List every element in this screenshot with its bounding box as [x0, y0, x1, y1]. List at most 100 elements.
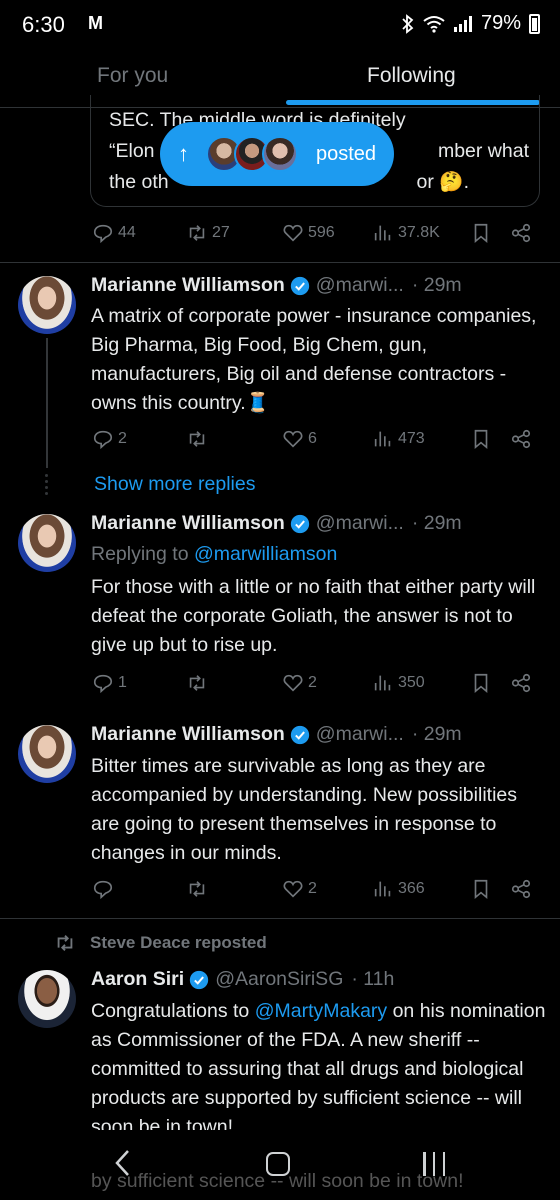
author-handle[interactable]: @marwi... — [316, 723, 404, 746]
bookmark-button[interactable] — [470, 672, 492, 694]
repost-button[interactable]: 27 — [186, 222, 230, 244]
repost-icon — [189, 675, 205, 691]
battery-icon — [529, 13, 540, 34]
like-button[interactable]: 2 — [282, 672, 317, 694]
views-button[interactable]: 366 — [372, 878, 425, 900]
back-icon[interactable] — [112, 1148, 134, 1178]
post-actions: 2 6 473 — [0, 428, 560, 458]
share-button[interactable] — [510, 672, 532, 694]
reply-icon — [93, 880, 113, 900]
nav-bar-ghost-text: by sufficient science -- will soon be in… — [91, 1170, 464, 1192]
verified-badge-icon — [290, 725, 309, 744]
signal-icon — [453, 15, 472, 32]
status-icons: 79% — [401, 12, 540, 35]
heart-icon — [283, 430, 303, 448]
repost-button[interactable] — [186, 672, 208, 694]
post-time: · 11h — [351, 968, 395, 990]
share-button[interactable] — [510, 878, 532, 900]
post-actions: 1 2 350 — [0, 672, 560, 702]
reply-button[interactable]: 44 — [92, 222, 136, 244]
post-actions: 44 27 596 37.8K — [0, 222, 560, 252]
reply-button[interactable]: 2 — [92, 428, 127, 450]
verified-badge-icon — [290, 276, 309, 295]
recent-apps-icon[interactable] — [423, 1152, 445, 1176]
share-button[interactable] — [510, 428, 532, 450]
battery-percent: 79% — [480, 12, 521, 34]
pill-avatars — [206, 136, 298, 172]
views-icon — [374, 431, 391, 447]
reposted-by-label[interactable]: Steve Deace reposted — [90, 933, 267, 953]
author-handle[interactable]: @marwi... — [316, 512, 404, 535]
reply-button[interactable]: 1 — [92, 672, 127, 694]
like-button[interactable]: 6 — [282, 428, 317, 450]
bookmark-button[interactable] — [470, 878, 492, 900]
replying-to: Replying to @marwilliamson — [91, 543, 338, 565]
thread-dots — [45, 474, 49, 498]
tab-for-you[interactable]: For you — [97, 64, 168, 88]
bluetooth-icon — [402, 13, 414, 34]
divider — [0, 918, 560, 919]
reply-icon — [93, 224, 113, 244]
avatar[interactable] — [18, 970, 76, 1028]
avatar[interactable] — [18, 514, 76, 572]
repost-icon — [189, 881, 205, 897]
post-text: Bitter times are survivable as long as t… — [91, 755, 517, 864]
share-button[interactable] — [510, 222, 532, 244]
views-button[interactable]: 350 — [372, 672, 425, 694]
author-handle[interactable]: @marwi... — [316, 274, 404, 297]
post-time: · 29m — [411, 274, 462, 296]
post-time: · 29m — [411, 723, 462, 745]
heart-icon — [283, 674, 303, 692]
reply-button[interactable] — [92, 878, 114, 900]
author-name[interactable]: Marianne Williamson — [91, 274, 285, 297]
bookmark-button[interactable] — [470, 428, 492, 450]
gmail-icon: M — [88, 13, 103, 33]
arrow-up-icon: ↑ — [178, 141, 189, 166]
bookmark-icon — [474, 879, 488, 900]
post-text: For those with a little or no faith that… — [91, 576, 536, 656]
bookmark-icon — [474, 673, 488, 694]
repost-icon — [189, 225, 205, 241]
reply-icon — [93, 674, 113, 694]
like-button[interactable]: 2 — [282, 878, 317, 900]
avatar[interactable] — [18, 725, 76, 783]
post-header: Marianne Williamson @marwi... · 29m — [91, 512, 462, 535]
verified-badge-icon — [290, 514, 309, 533]
avatar[interactable] — [18, 276, 76, 334]
post-text: A matrix of corporate power - insurance … — [91, 305, 537, 414]
author-name[interactable]: Marianne Williamson — [91, 723, 285, 746]
share-icon — [511, 429, 531, 449]
author-name[interactable]: Marianne Williamson — [91, 512, 285, 535]
views-icon — [374, 225, 391, 241]
home-icon[interactable] — [266, 1152, 290, 1176]
bookmark-button[interactable] — [470, 222, 492, 244]
like-button[interactable]: 596 — [282, 222, 335, 244]
views-icon — [374, 881, 391, 897]
new-posts-pill[interactable]: ↑ posted — [160, 122, 394, 186]
repost-button[interactable] — [186, 878, 208, 900]
views-button[interactable]: 473 — [372, 428, 425, 450]
heart-icon — [283, 880, 303, 898]
repost-button[interactable] — [186, 428, 208, 450]
repost-icon — [189, 431, 205, 447]
author-handle[interactable]: @AaronSiriSG — [215, 968, 343, 991]
status-bar: 6:30 M 79% — [0, 0, 560, 50]
tab-following[interactable]: Following — [367, 64, 456, 88]
views-button[interactable]: 37.8K — [372, 222, 440, 244]
bookmark-icon — [474, 223, 488, 244]
bookmark-icon — [474, 429, 488, 450]
mention-link[interactable]: @MartyMakary — [255, 1000, 387, 1022]
heart-icon — [283, 224, 303, 242]
show-more-replies-link[interactable]: Show more replies — [94, 473, 255, 496]
author-name[interactable]: Aaron Siri — [91, 968, 184, 991]
views-icon — [374, 675, 391, 691]
post-text: Congratulations to @MartyMakary on his n… — [91, 1000, 546, 1130]
wifi-icon — [423, 15, 445, 33]
avatar — [262, 136, 298, 172]
repost-icon — [57, 935, 73, 951]
post-actions: 2 366 — [0, 878, 560, 908]
reply-icon — [93, 430, 113, 450]
pill-label: posted — [316, 142, 377, 165]
verified-badge-icon — [190, 970, 209, 989]
replying-to-mention[interactable]: @marwilliamson — [194, 543, 337, 565]
